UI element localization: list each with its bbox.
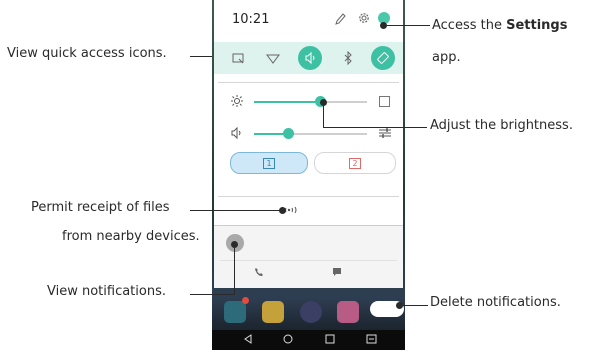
phone-screen: 10:21 1 2 xyxy=(212,0,405,350)
callout-line xyxy=(234,244,235,295)
gallery-app-icon[interactable] xyxy=(337,301,359,323)
screen-capture-icon xyxy=(232,53,244,64)
callout-quick-access: View quick access icons. xyxy=(7,46,167,61)
bluetooth-icon xyxy=(344,51,352,65)
phone-app-icon[interactable] xyxy=(224,301,246,323)
auto-brightness-checkbox[interactable] xyxy=(379,96,390,107)
notification-panel: 10:21 1 2 xyxy=(214,0,403,232)
camera-app-icon[interactable] xyxy=(300,301,322,323)
notification-card[interactable] xyxy=(214,225,403,288)
sim-2-label: 2 xyxy=(349,157,361,169)
callout-delete: Delete notifications. xyxy=(430,295,561,310)
auto-rotate-icon xyxy=(377,52,389,64)
sound-tile[interactable] xyxy=(298,46,322,70)
divider xyxy=(218,82,399,83)
navigation-bar xyxy=(212,330,405,350)
callout-brightness: Adjust the brightness. xyxy=(430,118,573,133)
callout-line xyxy=(190,56,212,57)
edit-icon[interactable] xyxy=(334,12,346,26)
sound-icon xyxy=(305,51,315,65)
callout-line xyxy=(190,210,280,211)
brightness-fill xyxy=(254,101,320,103)
callout-settings-prefix: Access the xyxy=(432,18,507,33)
callout-dot xyxy=(396,302,403,309)
sim-1-button[interactable]: 1 xyxy=(230,152,308,174)
auto-rotate-tile[interactable] xyxy=(371,46,395,70)
settings-gear-icon[interactable] xyxy=(357,11,371,25)
callout-line xyxy=(323,103,324,127)
volume-slider-handle[interactable] xyxy=(283,128,294,139)
callout-nearby-line2: from nearby devices. xyxy=(62,229,200,244)
recents-icon[interactable] xyxy=(325,334,335,344)
callout-settings: Access the Settings xyxy=(432,18,567,33)
callout-dot xyxy=(279,207,286,214)
callout-line xyxy=(384,25,430,26)
badge-icon xyxy=(242,297,249,304)
sim-1-label: 1 xyxy=(263,157,275,169)
callout-line xyxy=(323,127,427,128)
divider xyxy=(218,196,399,197)
callout-dot xyxy=(380,22,387,29)
bluetooth-tile[interactable] xyxy=(336,46,360,70)
home-icon[interactable] xyxy=(283,334,293,344)
wifi-tile[interactable] xyxy=(261,46,285,70)
volume-icon xyxy=(231,127,243,139)
screen-capture-tile[interactable] xyxy=(226,46,250,70)
dual-window-icon[interactable] xyxy=(366,334,377,344)
sim-2-button[interactable]: 2 xyxy=(314,152,396,174)
wifi-icon xyxy=(266,54,280,64)
callout-nearby-line1: Permit receipt of files xyxy=(31,200,170,215)
quick-settings-bar xyxy=(214,42,403,74)
callout-dot xyxy=(320,99,327,106)
callout-dot xyxy=(231,241,238,248)
callout-settings-bold: Settings xyxy=(506,18,568,33)
sound-settings-icon[interactable] xyxy=(379,127,391,139)
divider xyxy=(220,260,397,261)
callout-line xyxy=(399,305,428,306)
callout-line xyxy=(190,294,234,295)
message-icon[interactable] xyxy=(332,267,342,277)
callout-notifications: View notifications. xyxy=(47,284,166,299)
status-time: 10:21 xyxy=(232,12,270,27)
back-icon[interactable] xyxy=(243,334,253,344)
brightness-icon xyxy=(231,95,243,107)
call-icon[interactable] xyxy=(254,267,264,277)
callout-settings-suffix: app. xyxy=(432,50,461,65)
messaging-app-icon[interactable] xyxy=(262,301,284,323)
